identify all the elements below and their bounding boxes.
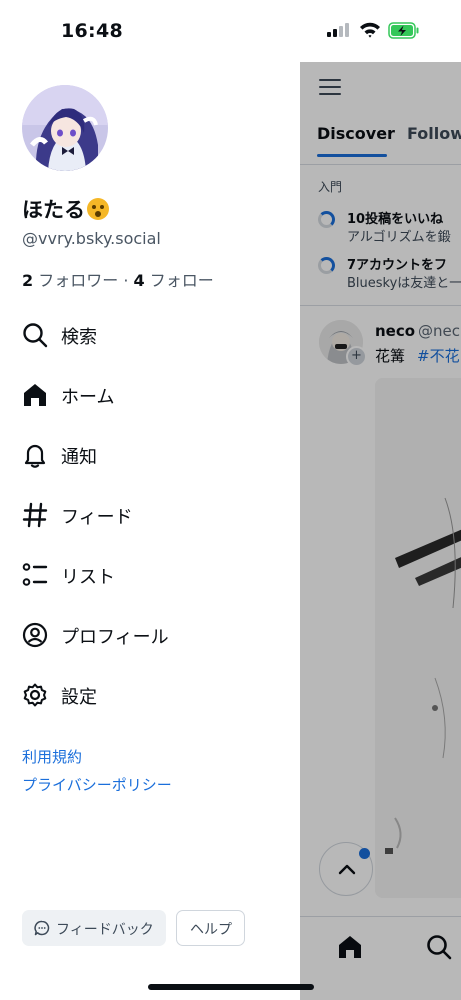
nav-item-label: プロフィール (61, 627, 169, 648)
nav-item-settings[interactable]: 設定 (22, 675, 282, 715)
home-feed-background[interactable]: Discover Followi 入門 10投稿をいいね アルゴリズムを鍛 7ア… (300, 62, 461, 1000)
bell-icon (24, 444, 46, 468)
search-icon (23, 323, 48, 348)
side-drawer: ほたる @vvry.bsky.social 2 フォロワー · 4 フォロー 検… (0, 0, 300, 1000)
nav-item-profile[interactable]: プロフィール (22, 615, 282, 655)
feedback-button[interactable]: フィードバック (22, 910, 166, 946)
help-button[interactable]: ヘルプ (176, 910, 245, 946)
nav-item-label: 検索 (61, 327, 97, 348)
nav-item-label: 設定 (61, 687, 97, 708)
home-icon (24, 384, 46, 406)
following-label[interactable]: フォロー (150, 271, 214, 290)
profile-icon (22, 622, 48, 648)
avatar-illustration (22, 85, 108, 171)
wifi-icon (360, 22, 380, 38)
followers-label[interactable]: フォロワー (38, 271, 118, 290)
terms-of-service-link[interactable]: 利用規約 (22, 746, 82, 767)
following-count[interactable]: 4 (134, 271, 145, 290)
hashtag-icon (22, 502, 48, 528)
status-bar: 16:48 (0, 0, 461, 62)
privacy-policy-link[interactable]: プライバシーポリシー (22, 774, 172, 795)
display-name-text: ほたる (22, 198, 85, 222)
help-label: ヘルプ (190, 921, 232, 937)
feedback-label: フィードバック (56, 921, 154, 937)
nav-item-home[interactable]: ホーム (22, 375, 282, 415)
speech-bubble-icon (34, 920, 50, 936)
drawer-dim-overlay[interactable] (300, 62, 461, 1000)
nav-item-label: 通知 (61, 447, 97, 468)
follow-stats: 2 フォロワー · 4 フォロー (22, 267, 214, 291)
nav-item-lists[interactable]: リスト (22, 555, 282, 595)
nav-item-label: ホーム (61, 387, 115, 408)
nav-item-feeds[interactable]: フィード (22, 495, 282, 535)
profile-display-name: ほたる (22, 194, 109, 224)
status-time: 16:48 (61, 20, 123, 42)
profile-avatar[interactable] (22, 85, 108, 171)
nav-item-search[interactable]: 検索 (22, 315, 282, 355)
battery-charging-icon (388, 22, 419, 39)
profile-handle: @vvry.bsky.social (22, 229, 161, 248)
gear-icon (23, 683, 47, 707)
nav-item-label: フィード (61, 507, 133, 528)
nav-item-notifications[interactable]: 通知 (22, 435, 282, 475)
cellular-signal-icon (327, 23, 349, 37)
home-indicator (148, 984, 314, 990)
followers-count[interactable]: 2 (22, 271, 33, 290)
list-icon (22, 563, 48, 586)
nav-item-label: リスト (61, 567, 115, 588)
astonished-face-icon (87, 198, 109, 220)
stat-separator: · (118, 271, 134, 290)
